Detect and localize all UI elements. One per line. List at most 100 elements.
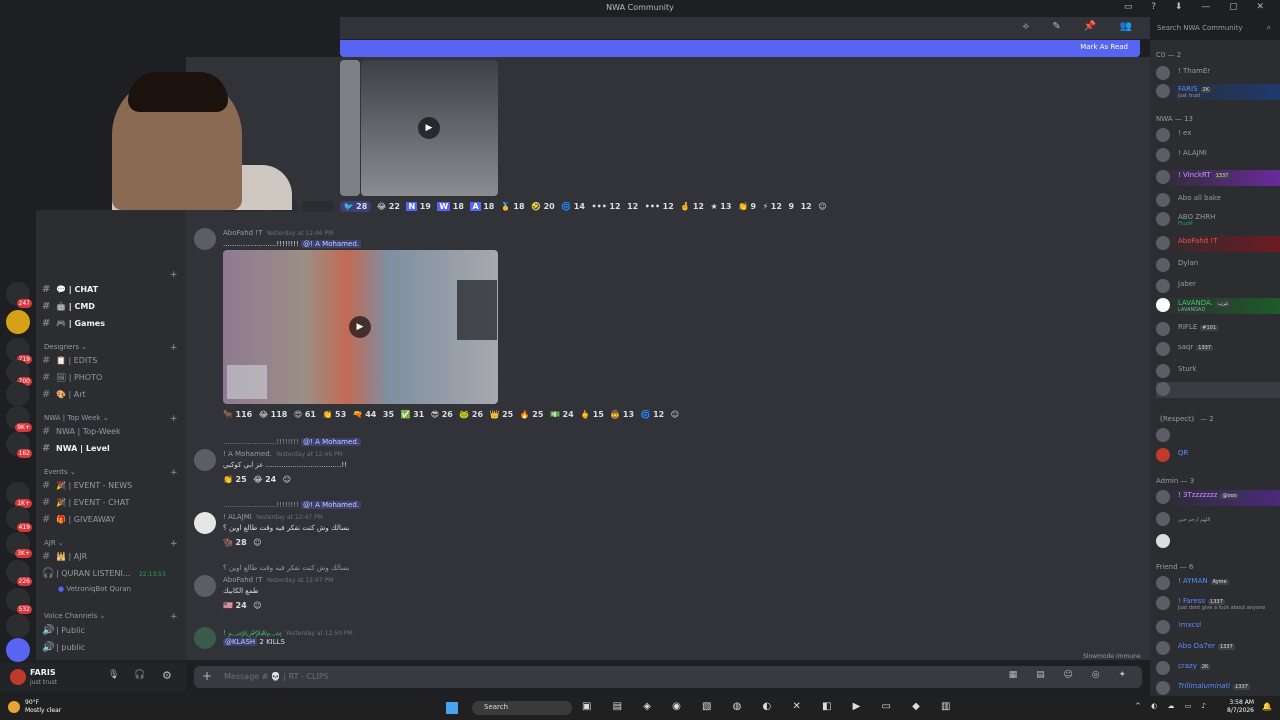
server-icon[interactable]: 162 [6, 432, 32, 458]
server-icon[interactable] [6, 614, 30, 638]
reaction[interactable]: 🌀 14 [561, 202, 585, 211]
channel-games[interactable]: # 🎮 | Games [42, 318, 182, 333]
reaction[interactable]: ••• 12 [645, 202, 674, 211]
reply-preview[interactable]: ........................!!!!!!!! @! A Mo… [223, 438, 361, 446]
reaction[interactable]: ⚡ 12 [763, 202, 782, 211]
reaction[interactable]: 🐸 26 [459, 410, 483, 419]
window-controls[interactable]: ▭ ? ⬇ — ▢ ✕ [1124, 2, 1272, 12]
settings-gear-icon[interactable]: ⚙ [162, 669, 172, 682]
server-icon[interactable] [6, 382, 30, 406]
reaction[interactable]: 🇺🇸 24 [223, 601, 247, 610]
channel-art[interactable]: # 🎨 | Art [42, 389, 182, 404]
server-icon[interactable]: 3K+ [6, 532, 32, 558]
reaction[interactable]: 😂 24 [253, 475, 276, 484]
add-reaction-icon[interactable]: ☺ [671, 410, 679, 419]
add-reaction-icon[interactable]: ☺ [818, 202, 826, 211]
member-item[interactable]: crazy 2K [1156, 661, 1280, 677]
system-tray[interactable]: ^ ◐ ☁ ▭ ♪ [1135, 702, 1210, 710]
server-icon[interactable]: 226 [6, 560, 32, 586]
voice-channel-public[interactable]: 🔊 | Public [42, 625, 182, 640]
member-item[interactable]: ! ALAJMI [1156, 148, 1280, 164]
category-designers[interactable]: Designers ⌄ + [44, 343, 178, 353]
channel-level[interactable]: # NWA | Level [42, 443, 182, 458]
member-item[interactable]: ! AYMAN Ayme [1156, 576, 1280, 592]
member-item[interactable]: ABO ZHRH FluxM [1156, 212, 1280, 228]
channel-chat[interactable]: # 💬 | CHAT [42, 284, 182, 299]
server-icon[interactable]: 419 [6, 506, 32, 532]
avatar[interactable] [194, 228, 216, 250]
avatar[interactable] [194, 512, 216, 534]
channel-edits[interactable]: # 📋 | EDITS [42, 355, 182, 370]
reaction[interactable]: 😍 61 [294, 410, 316, 419]
category-ajr[interactable]: AJR ⌄ + [44, 539, 178, 549]
member-item[interactable]: !mxcsl [1156, 620, 1280, 636]
voice-channel-quran[interactable]: 🎧 | QURAN LISTENI... 22:13:53 [42, 568, 182, 583]
server-icon[interactable]: 1K+ [6, 482, 32, 508]
member-item[interactable]: Abo Da7er 1337 [1156, 641, 1280, 657]
member-item[interactable]: RIFLE #101 [1156, 322, 1280, 338]
message-author[interactable]: AboFahd !T Yesterday at 12:47 PM [223, 576, 333, 584]
message-author[interactable]: AboFahd !T Yesterday at 12:46 PM [223, 229, 333, 237]
reaction[interactable]: 12 [627, 202, 638, 211]
member-item[interactable]: ! ThamEr [1156, 66, 1280, 82]
member-item[interactable] [1156, 428, 1280, 444]
member-item[interactable]: FARIS 2K just trust [1156, 84, 1280, 100]
reaction[interactable]: ★ 13 [711, 202, 732, 211]
category-voice[interactable]: Voice Channels ⌄ + [44, 612, 178, 622]
member-item[interactable]: AboFahd !T [1156, 236, 1280, 252]
video-attachment[interactable]: ▶ [223, 250, 498, 404]
add-reaction-icon[interactable]: ☺ [253, 538, 261, 547]
voice-channel-public-2[interactable]: 🔊 | public [42, 642, 182, 657]
reaction[interactable]: 😎 26 [431, 410, 453, 419]
member-item[interactable]: Dylan [1156, 258, 1280, 274]
member-item[interactable] [1156, 534, 1280, 550]
reaction[interactable]: 😂 22 [377, 202, 400, 211]
play-icon[interactable]: ▶ [418, 117, 440, 139]
reaction[interactable]: 🐦 28 [339, 201, 372, 212]
reaction[interactable]: W 18 [437, 202, 464, 211]
channel-event-chat[interactable]: # 🎉 | EVENT - CHAT [42, 497, 182, 512]
clock[interactable]: 3:58 AM 8/7/2026 [1227, 699, 1254, 715]
reaction[interactable]: ✅ 31 [401, 410, 425, 419]
notification-bell-icon[interactable]: 🔔 [1262, 702, 1272, 711]
channel-event-news[interactable]: # 🎉 | EVENT - NEWS [42, 480, 182, 495]
reaction[interactable]: 12 [801, 202, 812, 211]
channel-cmd[interactable]: # 🤖 | CMD [42, 301, 182, 316]
reaction[interactable]: 👑 25 [490, 410, 514, 419]
attach-plus-icon[interactable]: + [202, 669, 212, 683]
server-icon[interactable] [6, 310, 30, 334]
reaction[interactable]: A 18 [470, 202, 494, 211]
reply-preview[interactable]: بسالك وش كنت تفكر فيه وقت طالع اوين ؟ [223, 564, 349, 572]
reply-preview[interactable]: ........................!!!!!!!! @! A Mo… [223, 501, 361, 509]
member-item[interactable]: QR [1156, 448, 1280, 464]
play-icon[interactable]: ▶ [349, 316, 371, 338]
server-icon[interactable]: 532 [6, 588, 32, 614]
channel-giveaway[interactable]: # 🎁 | GIVEAWAY [42, 514, 182, 529]
member-item[interactable] [1156, 382, 1280, 398]
reaction[interactable]: 9 [788, 202, 794, 211]
category-top-week[interactable]: NWA | Top Week ⌄ + [44, 414, 178, 424]
reaction[interactable]: 👏 9 [738, 202, 756, 211]
message-input[interactable]: Message # 💀 | RT - CLIPS [224, 672, 329, 681]
server-icon[interactable]: 700 [6, 360, 32, 386]
server-icon[interactable] [6, 638, 30, 662]
reaction[interactable]: 🤞 12 [680, 202, 704, 211]
reaction[interactable]: 🖕 15 [580, 410, 604, 419]
message-author[interactable]: ! A Mohamed. Yesterday at 12:46 PM [223, 450, 343, 458]
channel-ajr[interactable]: # 🕌 | AJR [42, 551, 182, 566]
reaction[interactable]: 👏 25 [223, 475, 247, 484]
user-mention[interactable]: @! A Mohamed. [301, 240, 361, 248]
user-avatar[interactable] [10, 669, 26, 685]
reaction[interactable]: 🌀 12 [641, 410, 665, 419]
reaction[interactable]: 35 [383, 410, 394, 419]
start-windows-icon[interactable] [446, 702, 458, 714]
member-item[interactable]: Abo all bake [1156, 193, 1280, 209]
headphones-icon[interactable]: 🎧 [134, 670, 145, 680]
video-attachment-top-left[interactable] [340, 60, 360, 196]
channel-photo[interactable]: # 🖼 | PHOTO [42, 372, 182, 387]
add-reaction-icon[interactable]: ☺ [283, 475, 291, 484]
reaction[interactable]: 💵 24 [550, 410, 574, 419]
voice-user[interactable]: ● VetroniqBot Quran [58, 585, 198, 600]
weather-icon[interactable] [8, 701, 20, 713]
message-author[interactable]: ! ALAJMI Yesterday at 12:47 PM [223, 513, 323, 521]
